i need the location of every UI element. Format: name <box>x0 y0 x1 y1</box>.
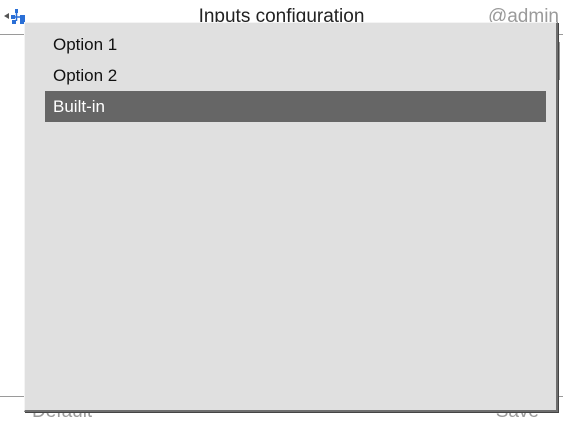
dropdown-option-1[interactable]: Option 1 <box>45 29 546 60</box>
dropdown-option-2[interactable]: Option 2 <box>45 60 546 91</box>
dropdown-popup: Option 1 Option 2 Built-in <box>24 22 558 412</box>
dropdown-option-built-in[interactable]: Built-in <box>45 91 546 122</box>
